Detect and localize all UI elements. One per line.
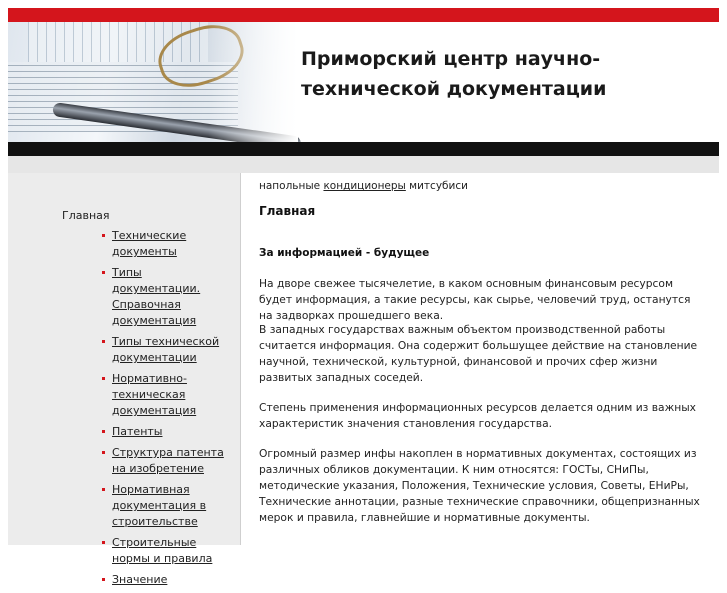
- bullet-icon: [102, 340, 105, 343]
- site-header: Приморский центр научно- технической док…: [8, 22, 719, 142]
- top-margin: [0, 0, 727, 8]
- paragraph: Огромный размер инфы накоплен в норматив…: [259, 447, 700, 524]
- sidebar-link[interactable]: Технические документы: [112, 229, 186, 258]
- sidebar-link[interactable]: Типы документации. Справочная документац…: [112, 266, 200, 327]
- section-heading: За информацией - будущее: [259, 247, 430, 259]
- sidebar-item-normative-technical: Нормативно-техническая документация: [100, 371, 230, 419]
- header-dark-bar: [8, 142, 719, 156]
- sidebar-item-technical-documents: Технические документы: [100, 228, 230, 260]
- paragraph: Степень применения информационных ресурс…: [259, 401, 696, 430]
- sidebar-menu: Технические документы Типы документации.…: [100, 228, 230, 593]
- header-grey-bar: [8, 156, 719, 173]
- sidebar-link[interactable]: Строительные нормы и правила: [112, 536, 212, 565]
- ad-link[interactable]: кондиционеры: [323, 180, 405, 192]
- main-content: напольные кондиционеры митсубиси Главная…: [241, 173, 719, 545]
- header-photo-documents-pen: [8, 22, 302, 142]
- paragraph: В западных государствах важным объектом …: [259, 323, 698, 384]
- bullet-icon: [102, 578, 105, 581]
- bullet-icon: [102, 430, 105, 433]
- sidebar-item-technical-doc-types: Типы технической документации: [100, 334, 230, 366]
- sidebar-item-construction-docs: Нормативная документация в строительстве: [100, 482, 230, 530]
- sidebar-link[interactable]: Нормативно-техническая документация: [112, 372, 196, 417]
- bullet-icon: [102, 234, 105, 237]
- bullet-icon: [102, 377, 105, 380]
- sidebar-item-meaning: Значение: [100, 572, 230, 588]
- site-title-line1: Приморский центр научно-: [301, 48, 601, 70]
- paragraph: На дворе свежее тысячелетие, в каком осн…: [259, 277, 691, 322]
- sidebar-item-patent-structure: Структура патента на изобретение: [100, 445, 230, 477]
- sidebar-link[interactable]: Структура патента на изобретение: [112, 446, 224, 475]
- bullet-icon: [102, 451, 105, 454]
- bullet-icon: [102, 271, 105, 274]
- sidebar-item-building-norms: Строительные нормы и правила: [100, 535, 230, 567]
- page-title: Главная: [259, 204, 316, 218]
- header-red-bar: [8, 8, 719, 22]
- ad-line: напольные кондиционеры митсубиси: [259, 180, 468, 192]
- site-title: Приморский центр научно- технической док…: [301, 44, 701, 104]
- bullet-icon: [102, 541, 105, 544]
- bullet-icon: [102, 488, 105, 491]
- sidebar-link[interactable]: Патенты: [112, 425, 162, 438]
- sidebar-nav: Главная Технические документы Типы докум…: [8, 173, 241, 586]
- sidebar-link[interactable]: Нормативная документация в строительстве: [112, 483, 206, 528]
- sidebar-item-documentation-types: Типы документации. Справочная документац…: [100, 265, 230, 329]
- sidebar-link[interactable]: Типы технической документации: [112, 335, 219, 364]
- sidebar-link[interactable]: Значение: [112, 573, 167, 586]
- sidebar-home-label: Главная: [62, 209, 110, 222]
- site-title-line2: технической документации: [301, 78, 607, 100]
- sidebar-item-patents: Патенты: [100, 424, 230, 440]
